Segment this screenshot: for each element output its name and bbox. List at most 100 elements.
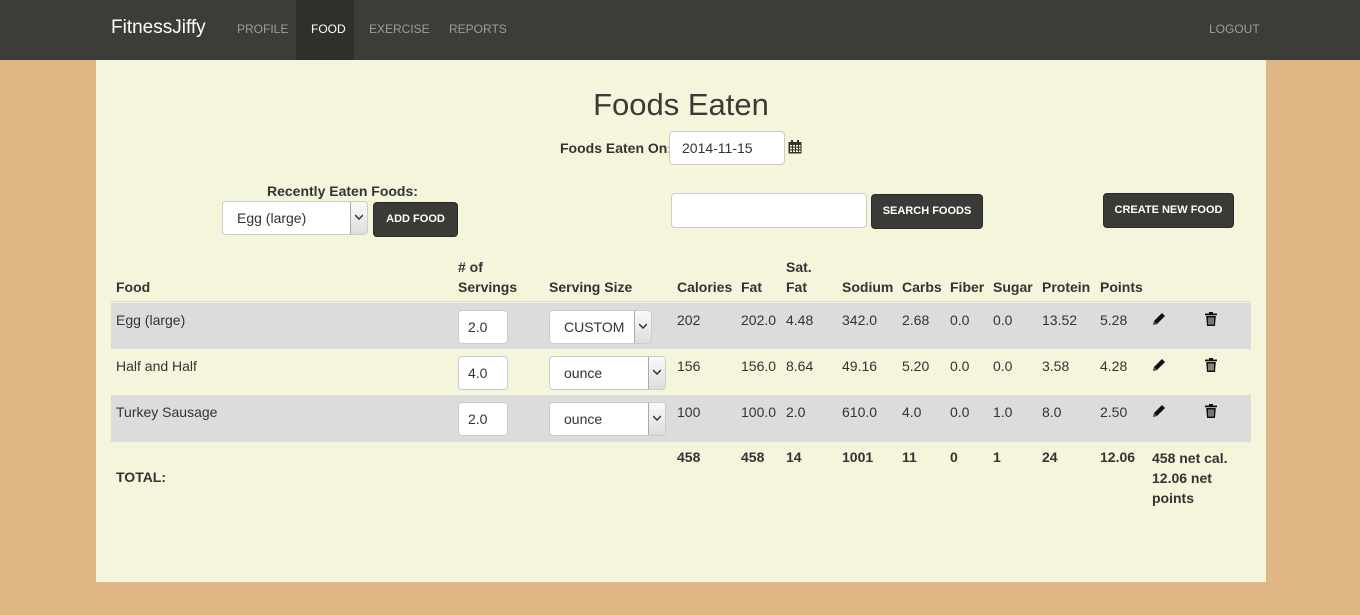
recent-foods-select[interactable]: Egg (large) (222, 201, 368, 235)
header-fat: Fat (741, 279, 762, 295)
table-row: Half and Half 4.0 ounce 156 156.0 8.64 4… (111, 349, 1251, 395)
date-input[interactable]: 2014-11-15 (669, 131, 785, 165)
satfat-value: 8.64 (786, 358, 814, 374)
trash-icon[interactable] (1203, 311, 1219, 327)
total-divider (111, 441, 1251, 442)
search-input[interactable] (671, 193, 867, 228)
trash-icon[interactable] (1203, 403, 1219, 419)
chevron-down-icon (648, 403, 665, 435)
satfat-value: 4.48 (786, 312, 814, 328)
fiber-value: 0.0 (950, 404, 970, 420)
serving-size-select[interactable]: ounce (549, 402, 666, 436)
search-foods-button[interactable]: SEARCH FOODS (871, 194, 983, 229)
carbs-value: 2.68 (902, 312, 930, 328)
pencil-icon[interactable] (1151, 357, 1167, 373)
recent-foods-selected: Egg (large) (237, 210, 307, 226)
brand-logo[interactable]: FitnessJiffy (111, 17, 206, 39)
net-summary: 458 net cal. 12.06 net points (1152, 448, 1228, 508)
header-fiber: Fiber (950, 279, 985, 295)
header-calories: Calories (677, 279, 733, 295)
nav-profile[interactable]: PROFILE (222, 0, 303, 60)
net-points-line2: points (1152, 490, 1194, 506)
trash-icon[interactable] (1203, 357, 1219, 373)
header-carbs: Carbs (902, 279, 942, 295)
header-sugar: Sugar (993, 279, 1033, 295)
nav-exercise[interactable]: EXERCISE (354, 0, 445, 60)
carbs-value: 4.0 (902, 404, 922, 420)
chevron-down-icon (634, 311, 651, 343)
total-sodium: 1001 (842, 449, 874, 465)
points-value: 4.28 (1100, 358, 1128, 374)
total-sugar: 1 (993, 449, 1001, 465)
fat-value: 100.0 (741, 404, 777, 420)
serving-size-select[interactable]: ounce (549, 356, 666, 390)
protein-value: 13.52 (1042, 312, 1078, 328)
header-divider (111, 301, 1251, 302)
servings-input[interactable]: 2.0 (458, 402, 508, 436)
total-points: 12.06 (1100, 449, 1136, 465)
protein-value: 8.0 (1042, 404, 1062, 420)
sugar-value: 1.0 (993, 404, 1013, 420)
sugar-value: 0.0 (993, 312, 1013, 328)
total-protein: 24 (1042, 449, 1058, 465)
points-value: 5.28 (1100, 312, 1128, 328)
calories-value: 156 (677, 358, 701, 374)
sodium-value: 342.0 (842, 312, 878, 328)
calories-value: 100 (677, 404, 701, 420)
serving-size-select[interactable]: CUSTOM (549, 310, 652, 344)
header-servings-line2: Servings (458, 279, 518, 295)
nav-food[interactable]: FOOD (296, 0, 354, 60)
net-points-line1: 12.06 net (1152, 470, 1212, 486)
net-calories: 458 net cal. (1152, 450, 1228, 466)
calendar-icon[interactable] (788, 140, 802, 154)
fiber-value: 0.0 (950, 358, 970, 374)
nav-logout[interactable]: LOGOUT (1194, 0, 1275, 60)
header-servings-line1: # of (458, 259, 483, 275)
chevron-down-icon (648, 357, 665, 389)
total-label: TOTAL: (116, 469, 167, 485)
calories-value: 202 (677, 312, 701, 328)
fat-value: 156.0 (741, 358, 777, 374)
table-row: Turkey Sausage 2.0 ounce 100 100.0 2.0 6… (111, 395, 1251, 441)
serving-size-value: CUSTOM (564, 319, 625, 335)
serving-size-value: ounce (564, 411, 603, 427)
main-container: Foods Eaten Foods Eaten On: 2014-11-15 R… (96, 60, 1266, 582)
total-calories: 458 (677, 449, 701, 465)
create-new-food-button[interactable]: CREATE NEW FOOD (1103, 193, 1234, 228)
header-satfat-line1: Sat. (786, 259, 812, 275)
header-serving-size: Serving Size (549, 279, 633, 295)
header-protein: Protein (1042, 279, 1091, 295)
page-title: Foods Eaten (593, 87, 769, 122)
protein-value: 3.58 (1042, 358, 1070, 374)
pencil-icon[interactable] (1151, 311, 1167, 327)
date-label: Foods Eaten On: (560, 140, 672, 156)
fat-value: 202.0 (741, 312, 777, 328)
pencil-icon[interactable] (1151, 403, 1167, 419)
points-value: 2.50 (1100, 404, 1128, 420)
serving-size-value: ounce (564, 365, 603, 381)
total-fiber: 0 (950, 449, 958, 465)
carbs-value: 5.20 (902, 358, 930, 374)
sugar-value: 0.0 (993, 358, 1013, 374)
servings-input[interactable]: 4.0 (458, 356, 508, 390)
food-name: Turkey Sausage (116, 404, 218, 420)
sodium-value: 49.16 (842, 358, 878, 374)
add-food-button[interactable]: ADD FOOD (373, 202, 458, 237)
total-satfat: 14 (786, 449, 802, 465)
table-row: Egg (large) 2.0 CUSTOM 202 202.0 4.48 34… (111, 303, 1251, 349)
satfat-value: 2.0 (786, 404, 806, 420)
header-satfat-line2: Fat (786, 279, 807, 295)
header-food: Food (116, 279, 151, 295)
recent-foods-label: Recently Eaten Foods: (267, 183, 418, 199)
navbar: FitnessJiffy PROFILE FOOD EXERCISE REPOR… (0, 0, 1360, 60)
sodium-value: 610.0 (842, 404, 878, 420)
fiber-value: 0.0 (950, 312, 970, 328)
header-points: Points (1100, 279, 1143, 295)
total-fat: 458 (741, 449, 765, 465)
food-name: Egg (large) (116, 312, 186, 328)
nav-reports[interactable]: REPORTS (434, 0, 522, 60)
chevron-down-icon (350, 202, 367, 234)
total-carbs: 11 (902, 449, 917, 465)
servings-input[interactable]: 2.0 (458, 310, 508, 344)
header-sodium: Sodium (842, 279, 894, 295)
